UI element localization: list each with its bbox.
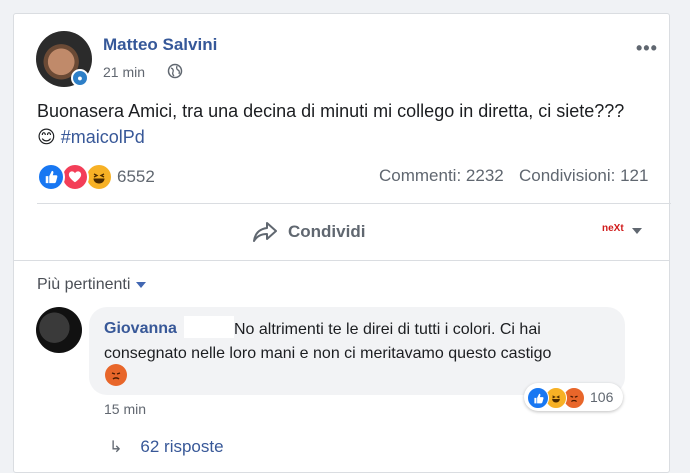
reply-arrow-icon: ↳ (109, 439, 123, 456)
page-selector-logo[interactable]: neXt (602, 223, 628, 239)
reaction-count[interactable]: 6552 (117, 167, 155, 187)
commenter-name[interactable]: Giovanna (104, 320, 177, 338)
like-icon (37, 163, 65, 191)
comment-filter-label: Più pertinenti (37, 276, 131, 293)
chevron-down-icon (136, 282, 147, 288)
globe-icon (167, 63, 183, 79)
comment-text: No altrimenti te le direi di tutti i col… (104, 321, 552, 362)
post-text: Buonasera Amici, tra una decina di minut… (37, 101, 625, 121)
love-icon (61, 163, 89, 191)
more-options-icon[interactable]: ••• (636, 38, 658, 59)
redaction-box (184, 316, 234, 338)
comment-filter-dropdown[interactable]: Più pertinenti (37, 276, 147, 294)
share-button-label: Condividi (288, 222, 366, 241)
comment-timestamp[interactable]: 15 min (104, 401, 146, 417)
angry-emoji-icon (105, 364, 127, 386)
reaction-icons[interactable] (37, 163, 113, 191)
hashtag-link[interactable]: #maicolPd (61, 127, 145, 147)
post-body: Buonasera Amici, tra una decina di minut… (37, 98, 637, 150)
smile-emoji-icon: 😊 (37, 127, 56, 147)
like-icon (527, 387, 549, 409)
replies-label: 62 risposte (140, 437, 224, 456)
post-card: ● Matteo Salvini 21 min ••• Buonasera Am… (13, 13, 671, 473)
live-badge-icon: ● (71, 69, 89, 87)
commenter-avatar[interactable] (36, 307, 82, 353)
divider (14, 260, 669, 261)
haha-icon (85, 163, 113, 191)
shares-count-link[interactable]: Condivisioni: 121 (519, 166, 648, 186)
view-replies-link[interactable]: ↳ 62 risposte (109, 437, 224, 457)
share-button[interactable]: Condividi (252, 217, 365, 247)
comments-count-link[interactable]: Commenti: 2232 (379, 166, 504, 186)
post-timestamp[interactable]: 21 min (103, 64, 145, 80)
share-arrow-icon (253, 222, 277, 242)
divider (37, 203, 671, 204)
comment-reaction-count: 106 (590, 389, 614, 405)
comment-reactions[interactable]: 106 (524, 383, 623, 411)
chevron-down-icon[interactable] (632, 228, 642, 234)
post-author-name[interactable]: Matteo Salvini (103, 35, 217, 55)
